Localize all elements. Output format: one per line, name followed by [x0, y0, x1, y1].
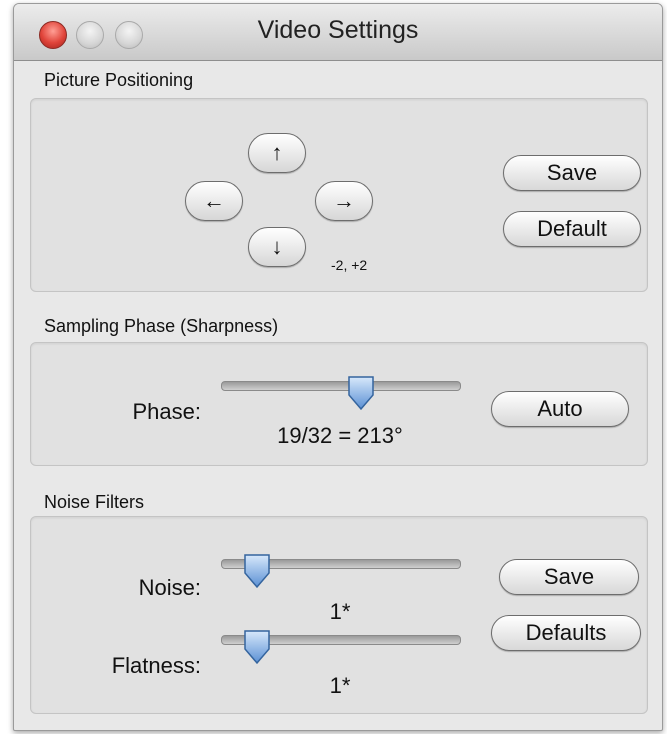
flatness-value: 1* — [329, 673, 351, 698]
arrow-right-icon: → — [333, 188, 355, 213]
arrow-down-icon: ↓ — [271, 234, 283, 259]
flatness-label: Flatness: — [111, 653, 201, 678]
move-up-button[interactable]: ↑ — [248, 133, 306, 173]
picture-positioning-group: ↑ ← → ↓ -2, +2 Save Default — [30, 98, 648, 292]
noise-filters-title: Noise Filters — [44, 492, 145, 512]
phase-value: 19/32 = 213° — [277, 423, 403, 448]
title-bar[interactable]: Video Settings — [14, 4, 662, 61]
flatness-slider-thumb[interactable] — [242, 629, 272, 665]
arrow-up-icon: ↑ — [271, 140, 283, 165]
save-position-button[interactable]: Save — [503, 155, 641, 191]
noise-filters-group: Noise: 1* Flatness: 1* Save Defaults — [30, 516, 648, 714]
phase-slider-thumb[interactable] — [346, 375, 376, 411]
phase-slider-track[interactable] — [221, 381, 461, 391]
save-noise-button[interactable]: Save — [499, 559, 639, 595]
move-down-button[interactable]: ↓ — [248, 227, 306, 267]
defaults-noise-button[interactable]: Defaults — [491, 615, 641, 651]
move-left-button[interactable]: ← — [185, 181, 243, 221]
picture-positioning-title: Picture Positioning — [44, 70, 194, 90]
window-title: Video Settings — [257, 16, 419, 44]
noise-value: 1* — [329, 599, 351, 624]
auto-phase-button[interactable]: Auto — [491, 391, 629, 427]
offset-readout: -2, +2 — [331, 257, 368, 273]
noise-label: Noise: — [138, 575, 201, 600]
video-settings-window: Video Settings Picture Positioning ↑ ← →… — [13, 3, 663, 731]
move-right-button[interactable]: → — [315, 181, 373, 221]
sampling-phase-title: Sampling Phase (Sharpness) — [44, 316, 279, 336]
arrow-left-icon: ← — [203, 188, 225, 213]
default-position-button[interactable]: Default — [503, 211, 641, 247]
phase-label: Phase: — [132, 399, 202, 424]
sampling-phase-group: Phase: 19/32 = 213° Auto — [30, 342, 648, 466]
noise-slider-thumb[interactable] — [242, 553, 272, 589]
